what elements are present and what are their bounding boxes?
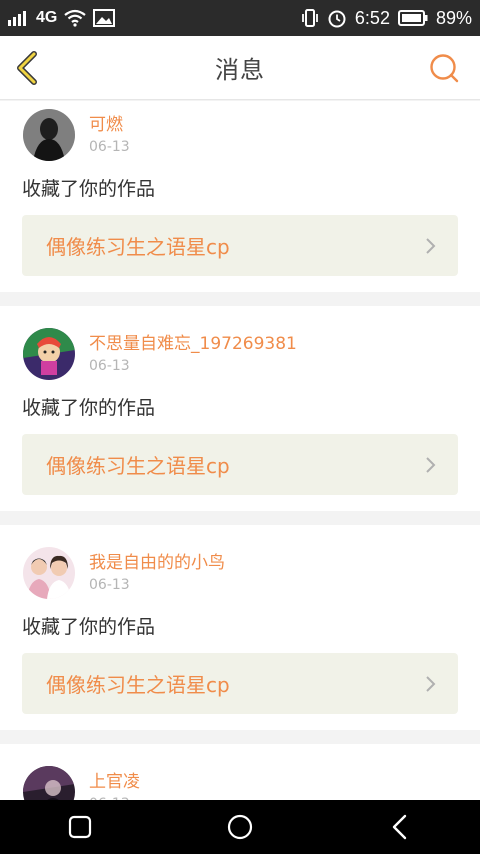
username[interactable]: 不思量自难忘_197269381	[89, 333, 297, 355]
system-nav-bar	[0, 800, 480, 854]
recent-apps-button[interactable]	[50, 800, 110, 854]
avatar-dark-purple-icon	[23, 766, 75, 800]
action-text: 收藏了你的作品	[22, 397, 156, 419]
search-icon	[430, 54, 459, 83]
circle-icon	[227, 814, 253, 840]
avatar[interactable]	[23, 109, 75, 161]
signal-icon	[8, 10, 30, 26]
avatar[interactable]	[23, 328, 75, 380]
search-button[interactable]	[428, 51, 462, 85]
avatar-dark-figure-icon	[23, 109, 75, 161]
home-button[interactable]	[210, 800, 270, 854]
work-link[interactable]: 偶像练习生之语星cp	[22, 215, 458, 276]
work-title: 偶像练习生之语星cp	[46, 454, 230, 478]
work-link[interactable]: 偶像练习生之语星cp	[22, 434, 458, 495]
timestamp: 06-13	[89, 138, 130, 155]
list-item: 可燃 06-13 收藏了你的作品 偶像练习生之语星cp	[0, 101, 480, 292]
username[interactable]: 我是自由的的小鸟	[89, 552, 225, 574]
list-item: 我是自由的的小鸟 06-13 收藏了你的作品 偶像练习生之语星cp	[0, 525, 480, 730]
back-arrow-icon	[392, 814, 407, 840]
battery-icon	[397, 9, 428, 27]
system-back-button[interactable]	[370, 800, 430, 854]
avatar[interactable]	[23, 766, 75, 800]
message-list[interactable]: 可燃 06-13 收藏了你的作品 偶像练习生之语星cp 不思量自难忘_19726…	[0, 101, 480, 800]
page-title: 消息	[215, 56, 265, 84]
clock-time: 6:52	[354, 7, 390, 28]
image-icon	[93, 9, 116, 27]
list-item: 上官凌 06-13	[0, 744, 480, 800]
timestamp: 06-13	[89, 576, 130, 593]
vibrate-icon	[301, 8, 319, 28]
timestamp: 06-13	[89, 357, 130, 374]
wifi-icon	[63, 9, 87, 27]
action-text: 收藏了你的作品	[22, 616, 156, 638]
status-bar: 4G 6:52 89%	[0, 0, 480, 36]
username[interactable]: 可燃	[89, 114, 130, 136]
work-title: 偶像练习生之语星cp	[46, 673, 230, 697]
chevron-right-icon	[426, 456, 436, 473]
chevron-right-icon	[426, 675, 436, 692]
chevron-right-icon	[426, 237, 436, 254]
username[interactable]: 上官凌	[89, 771, 140, 793]
work-link[interactable]: 偶像练习生之语星cp	[22, 653, 458, 714]
chevron-left-icon	[17, 51, 37, 85]
battery-percent: 89%	[435, 7, 472, 28]
action-text: 收藏了你的作品	[22, 178, 156, 200]
list-item: 不思量自难忘_197269381 06-13 收藏了你的作品 偶像练习生之语星c…	[0, 306, 480, 511]
network-type: 4G	[36, 9, 58, 26]
back-button[interactable]	[12, 50, 48, 86]
square-icon	[68, 815, 92, 839]
work-title: 偶像练习生之语星cp	[46, 235, 230, 259]
avatar[interactable]	[23, 547, 75, 599]
avatar-two-people-icon	[23, 547, 75, 599]
avatar-cartoon-icon	[23, 328, 75, 380]
alarm-icon	[327, 8, 347, 28]
header-bar: 消息	[0, 36, 480, 100]
